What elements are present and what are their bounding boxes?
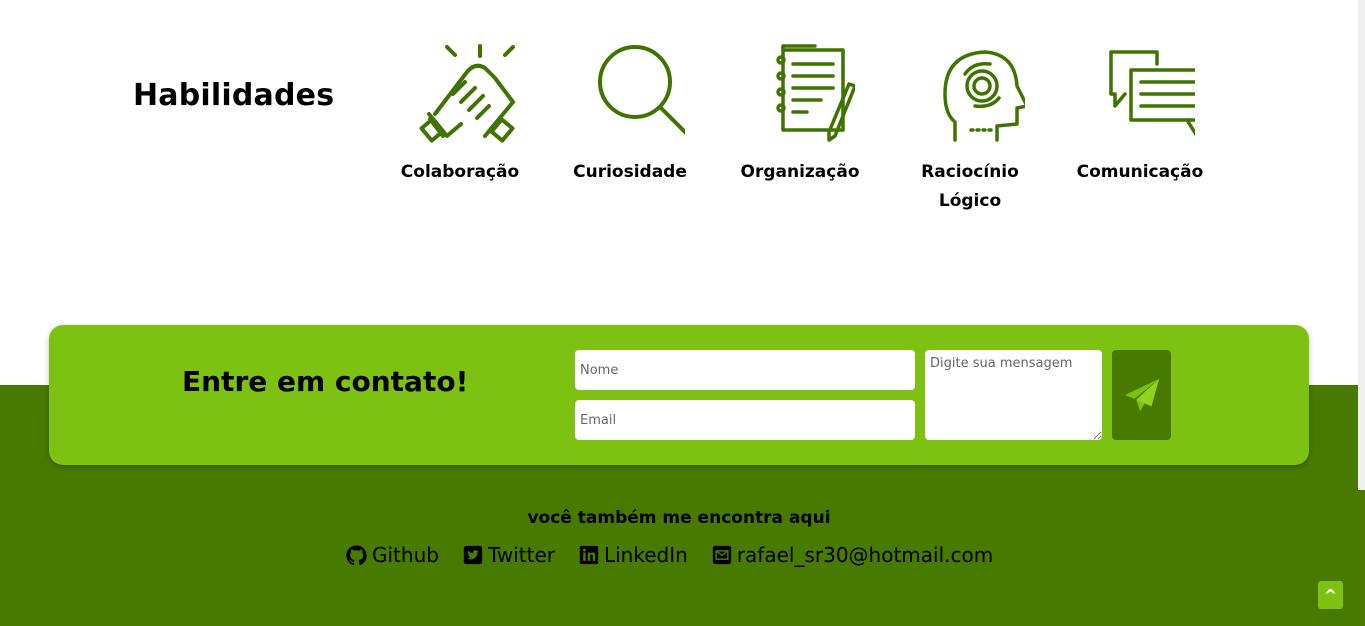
skill-raciocinio-logico: Raciocínio Lógico (895, 44, 1045, 216)
social-links: Github Twitter LinkedIn rafael_sr30@hotm… (346, 541, 993, 569)
skill-label: Comunicação (1076, 162, 1204, 182)
twitter-label: Twitter (487, 543, 555, 567)
skill-label: Organização (740, 162, 860, 182)
head-gear-icon (943, 50, 1025, 142)
twitter-link[interactable]: Twitter (463, 543, 555, 567)
magnifier-icon (598, 45, 685, 135)
footer-title: você também me encontra aqui (527, 508, 831, 528)
notepad-pencil-icon (776, 44, 855, 142)
github-icon (346, 544, 367, 565)
github-link[interactable]: Github (346, 543, 439, 567)
skill-label: Raciocínio Lógico (921, 162, 1019, 211)
skills-title: Habilidades (133, 78, 335, 113)
scrollbar-thumb[interactable] (1358, 490, 1365, 626)
linkedin-icon (579, 545, 599, 565)
github-label: Github (372, 543, 439, 567)
skill-organizacao: Organização (725, 44, 875, 187)
back-to-top-button[interactable]: ^ (1318, 581, 1343, 609)
envelope-icon (712, 545, 731, 565)
handshake-icon (419, 44, 515, 143)
skill-label: Colaboração (400, 162, 520, 182)
skill-comunicacao: Comunicação (1065, 44, 1215, 187)
email-input[interactable] (575, 400, 915, 440)
chat-bubbles-icon (1109, 50, 1195, 137)
email-link[interactable]: rafael_sr30@hotmail.com (712, 543, 993, 567)
contact-card: Entre em contato! (49, 325, 1309, 465)
name-input[interactable] (575, 350, 915, 390)
message-textarea[interactable] (925, 350, 1102, 440)
send-button[interactable] (1112, 350, 1171, 440)
skill-label: Curiosidade (573, 162, 687, 182)
skill-colaboracao: Colaboração (385, 44, 535, 187)
contact-title: Entre em contato! (182, 365, 469, 398)
email-label: rafael_sr30@hotmail.com (736, 543, 994, 567)
twitter-icon (463, 545, 483, 565)
linkedin-link[interactable]: LinkedIn (579, 543, 688, 567)
linkedin-label: LinkedIn (603, 543, 688, 567)
paper-plane-icon (1124, 378, 1159, 412)
skill-curiosidade: Curiosidade (555, 44, 705, 187)
